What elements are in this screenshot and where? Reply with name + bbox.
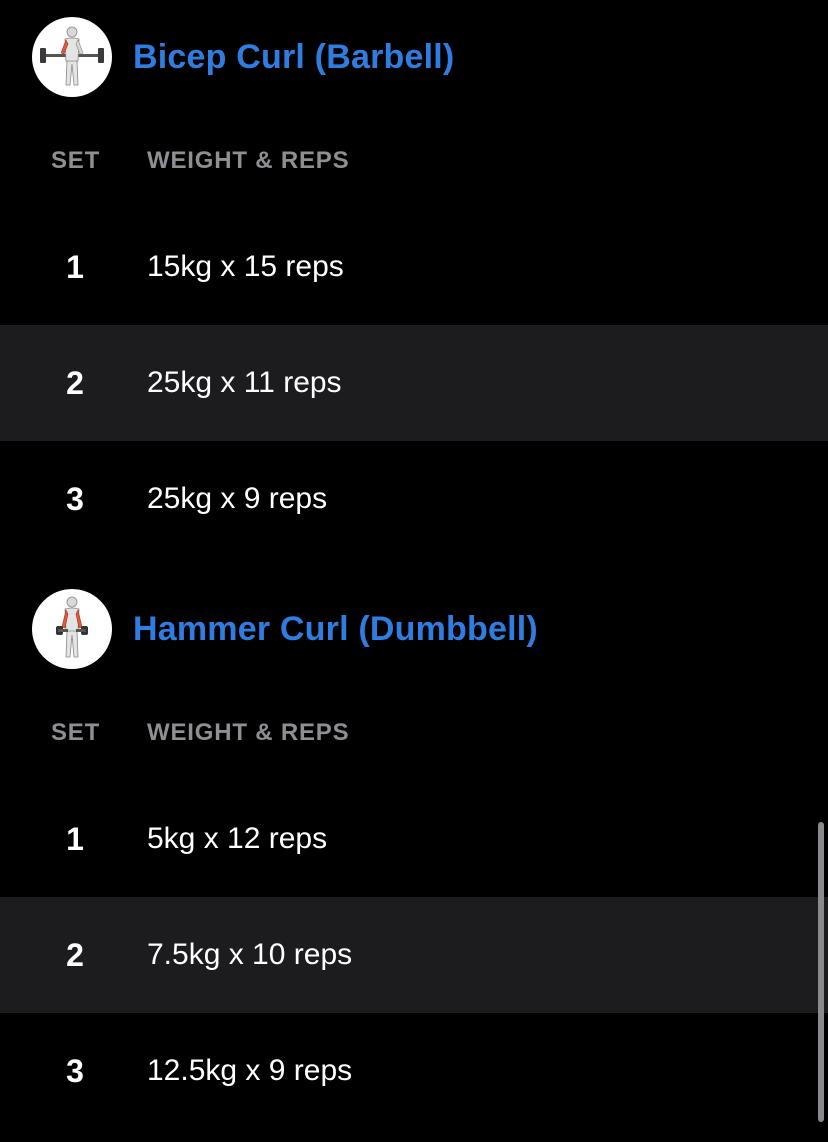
set-row[interactable]: 2 7.5kg x 10 reps [0, 897, 828, 1013]
exercise-header[interactable]: Hammer Curl (Dumbbell) [32, 589, 538, 669]
set-row[interactable]: 2 25kg x 11 reps [0, 325, 828, 441]
exercise-header[interactable]: Bicep Curl (Barbell) [32, 17, 454, 97]
exercise-card: Bicep Curl (Barbell) SET WEIGHT & REPS 1… [0, 17, 828, 557]
set-weight-reps: 15kg x 15 reps [147, 250, 344, 283]
set-number: 3 [66, 481, 84, 517]
set-number: 3 [66, 1053, 84, 1089]
weight-reps-column-header: WEIGHT & REPS [147, 147, 350, 174]
column-headers: SET WEIGHT & REPS [0, 141, 828, 181]
dumbbell-curl-figure-icon[interactable] [32, 589, 112, 669]
set-number: 1 [66, 821, 84, 857]
set-column-header: SET [51, 147, 101, 174]
column-headers: SET WEIGHT & REPS [0, 713, 828, 753]
set-number: 2 [66, 937, 84, 973]
set-column-header: SET [51, 719, 101, 746]
set-weight-reps: 12.5kg x 9 reps [147, 1054, 353, 1087]
weight-reps-column-header: WEIGHT & REPS [147, 719, 350, 746]
vertical-scrollbar[interactable] [818, 822, 824, 1122]
set-weight-reps: 5kg x 12 reps [147, 822, 328, 855]
set-row[interactable]: 1 15kg x 15 reps [0, 209, 828, 325]
barbell-curl-figure-icon[interactable] [32, 17, 112, 97]
set-row[interactable]: 1 5kg x 12 reps [0, 781, 828, 897]
exercise-title[interactable]: Hammer Curl (Dumbbell) [133, 610, 538, 649]
exercise-card: Hammer Curl (Dumbbell) SET WEIGHT & REPS… [0, 589, 828, 1142]
set-weight-reps: 25kg x 9 reps [147, 482, 328, 515]
exercise-title[interactable]: Bicep Curl (Barbell) [133, 38, 454, 77]
set-weight-reps: 7.5kg x 10 reps [147, 938, 353, 971]
set-number: 1 [66, 249, 84, 285]
set-weight-reps: 25kg x 11 reps [147, 366, 342, 399]
set-row[interactable]: 3 25kg x 9 reps [0, 441, 828, 557]
set-number: 2 [66, 365, 84, 401]
set-row[interactable]: 3 12.5kg x 9 reps [0, 1013, 828, 1129]
